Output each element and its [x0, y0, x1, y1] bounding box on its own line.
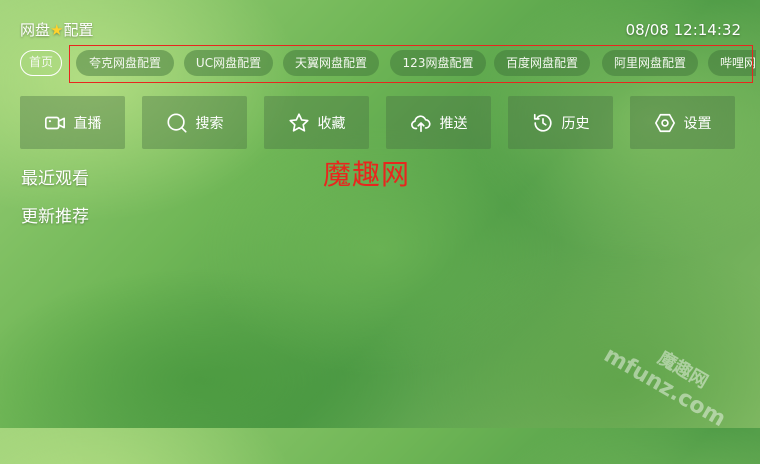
star-icon	[288, 112, 309, 132]
search-button[interactable]: 搜索	[142, 96, 247, 149]
cloud-upload-icon	[410, 114, 431, 132]
push-label: 推送	[439, 115, 468, 132]
history-button[interactable]: 历史	[508, 96, 613, 149]
overlay-brand-text: 魔趣网	[323, 158, 411, 191]
settings-label: 设置	[683, 115, 712, 132]
title-left: 网盘	[20, 21, 51, 39]
tab-aliyun[interactable]: 阿里网盘配置	[602, 50, 698, 76]
tab-tianyi[interactable]: 天翼网盘配置	[283, 50, 379, 76]
history-label: 历史	[561, 115, 590, 132]
search-label: 搜索	[195, 115, 224, 132]
live-button[interactable]: 直播	[20, 96, 125, 149]
recent-watch-heading: 最近观看	[21, 169, 89, 189]
settings-hex-icon	[654, 113, 675, 132]
title-right: 配置	[63, 21, 94, 39]
tab-baidu[interactable]: 百度网盘配置	[494, 50, 590, 76]
watermark: 魔趣网 mfunz.com	[585, 320, 755, 464]
live-label: 直播	[73, 115, 102, 132]
tab-bar: 首页 夸克网盘配置 UC网盘配置 天翼网盘配置 123网盘配置 百度网盘配置 阿…	[20, 49, 756, 77]
tab-bilibili[interactable]: 哔哩网盘配置	[708, 50, 756, 76]
app-title: 网盘★配置	[20, 20, 93, 40]
settings-button[interactable]: 设置	[630, 96, 735, 149]
tab-123[interactable]: 123网盘配置	[390, 50, 486, 76]
star-icon: ★	[50, 21, 64, 39]
history-icon	[533, 113, 552, 132]
update-recommend-heading: 更新推荐	[21, 207, 89, 227]
favorites-label: 收藏	[317, 115, 346, 132]
video-camera-icon	[44, 116, 65, 129]
tab-quark[interactable]: 夸克网盘配置	[76, 50, 174, 76]
tab-uc[interactable]: UC网盘配置	[184, 50, 273, 76]
search-icon	[166, 112, 187, 133]
tab-home[interactable]: 首页	[20, 50, 62, 76]
clock: 08/08 12:14:32	[625, 21, 741, 39]
favorites-button[interactable]: 收藏	[264, 96, 369, 149]
push-button[interactable]: 推送	[386, 96, 491, 149]
